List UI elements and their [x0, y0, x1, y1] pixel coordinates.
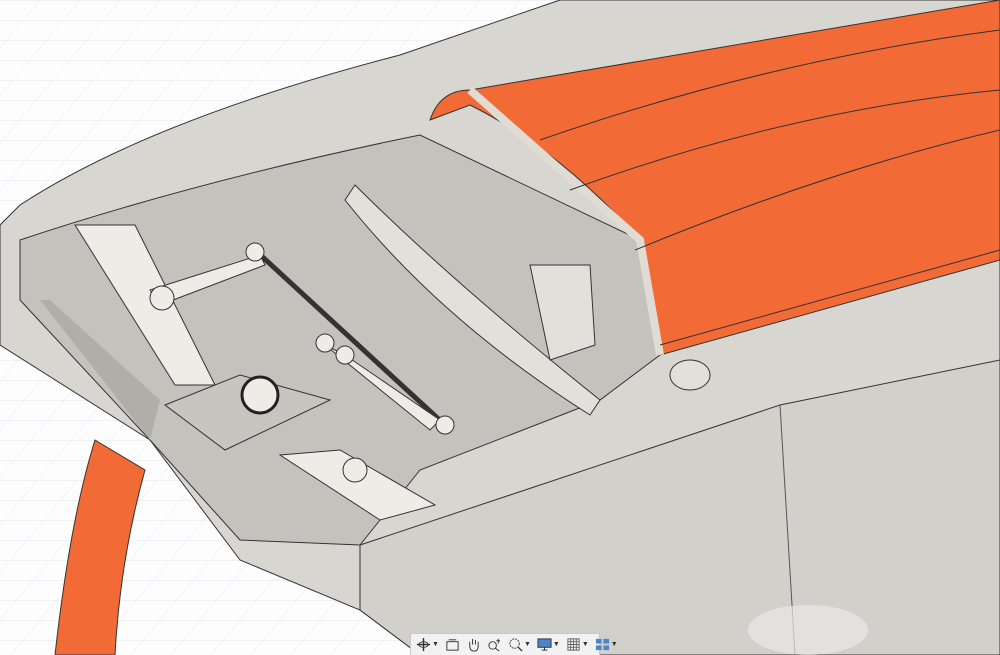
zoom-icon	[488, 638, 501, 652]
fit-icon	[509, 638, 523, 652]
pan-icon	[469, 638, 479, 652]
grid-settings-button[interactable]: ▼	[564, 636, 591, 654]
zoom-button[interactable]	[485, 636, 504, 654]
look-at-icon	[446, 639, 459, 651]
pan-button[interactable]	[464, 636, 483, 654]
navigation-toolbar: ▼ ▼ ▼ ▼ ▼	[410, 633, 618, 655]
chevron-down-icon[interactable]: ▼	[582, 641, 589, 648]
look-at-button[interactable]	[443, 636, 462, 654]
chevron-down-icon[interactable]: ▼	[611, 641, 618, 648]
orbit-button[interactable]: ▼	[414, 636, 441, 654]
viewports-button[interactable]: ▼	[593, 636, 620, 654]
mast-step	[240, 375, 280, 415]
chevron-down-icon[interactable]: ▼	[524, 641, 531, 648]
3d-viewport[interactable]	[0, 0, 1000, 655]
display-settings-icon	[537, 638, 552, 651]
chevron-down-icon[interactable]: ▼	[432, 641, 439, 648]
fit-button[interactable]: ▼	[506, 636, 533, 654]
chevron-down-icon[interactable]: ▼	[553, 641, 560, 648]
deck-fitting	[669, 359, 711, 391]
display-settings-button[interactable]: ▼	[535, 636, 562, 654]
viewports-icon	[595, 638, 609, 651]
grid-settings-icon	[567, 638, 580, 651]
orbit-icon	[416, 637, 431, 652]
